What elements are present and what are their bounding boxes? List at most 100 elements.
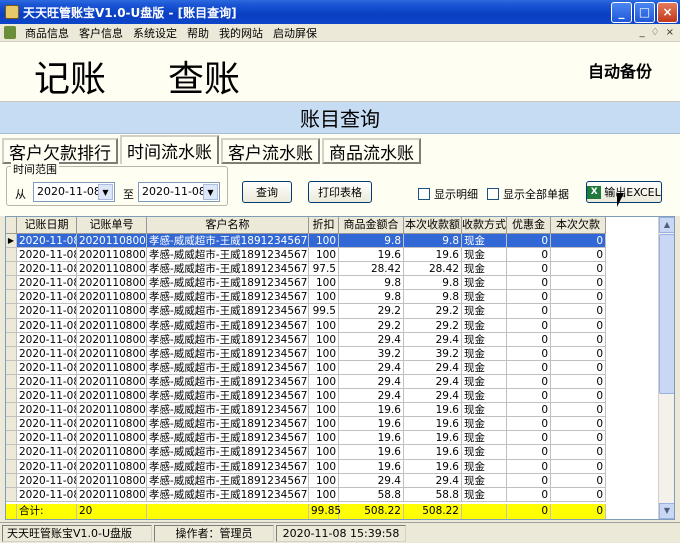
cell-number[interactable]: 202011080016 — [77, 445, 147, 460]
cell-number[interactable]: 202011080007 — [77, 318, 147, 333]
cell-goods-total[interactable]: 19.6 — [339, 417, 404, 432]
cell-number[interactable]: 202011080014 — [77, 417, 147, 432]
cell-owed[interactable]: 0 — [551, 374, 606, 390]
cell-received[interactable]: 19.6 — [404, 417, 462, 432]
row-header[interactable] — [6, 473, 17, 488]
table-row[interactable]: 2020-11-08202011080007孝感-威威超市-王威18912345… — [6, 318, 606, 333]
cell-date[interactable]: 2020-11-08 — [17, 459, 77, 474]
cell-discount[interactable]: 100 — [309, 234, 339, 249]
col-header-date[interactable]: 记账日期 — [17, 217, 77, 234]
cell-customer[interactable]: 孝感-威威超市-王威18912345678 — [147, 445, 309, 460]
cell-payment-method[interactable]: 现金 — [462, 276, 507, 291]
cell-number[interactable]: 202011080011 — [77, 374, 147, 390]
row-header[interactable] — [6, 459, 17, 474]
cell-preferential[interactable]: 0 — [507, 473, 551, 488]
cell-received[interactable]: 29.4 — [404, 473, 462, 488]
table-row[interactable]: 2020-11-08202011080017孝感-威威超市-王威18912345… — [6, 459, 606, 474]
cell-number[interactable]: 202011080009 — [77, 346, 147, 361]
cell-customer[interactable]: 孝感-威威超市-王威18912345678 — [147, 304, 309, 319]
cell-goods-total[interactable]: 9.8 — [339, 290, 404, 305]
cell-payment-method[interactable]: 现金 — [462, 332, 507, 347]
cell-discount[interactable]: 100 — [309, 487, 339, 502]
row-header[interactable] — [6, 248, 17, 263]
col-header-discount[interactable]: 折扣 — [309, 217, 339, 234]
row-header[interactable] — [6, 417, 17, 432]
cell-number[interactable]: 202011080008 — [77, 332, 147, 347]
row-header[interactable] — [6, 290, 17, 305]
cell-customer[interactable]: 孝感-威威超市-王威18912345678 — [147, 389, 309, 404]
cell-owed[interactable]: 0 — [551, 276, 606, 291]
cell-payment-method[interactable]: 现金 — [462, 346, 507, 361]
cell-discount[interactable]: 100 — [309, 445, 339, 460]
table-row[interactable]: 2020-11-08202011080016孝感-威威超市-王威18912345… — [6, 445, 606, 460]
row-header[interactable] — [6, 262, 17, 277]
cell-goods-total[interactable]: 19.6 — [339, 403, 404, 418]
cell-received[interactable]: 19.6 — [404, 431, 462, 446]
cell-discount[interactable]: 100 — [309, 374, 339, 390]
cell-discount[interactable]: 100 — [309, 318, 339, 333]
cell-received[interactable]: 58.8 — [404, 487, 462, 502]
cell-customer[interactable]: 孝感-威威超市-王威18912345678 — [147, 360, 309, 375]
cell-payment-method[interactable]: 现金 — [462, 318, 507, 333]
chevron-down-icon[interactable]: ▼ — [203, 184, 218, 200]
scroll-down-icon[interactable]: ▼ — [659, 503, 674, 519]
cell-owed[interactable]: 0 — [551, 487, 606, 502]
cell-payment-method[interactable]: 现金 — [462, 445, 507, 460]
document-icon[interactable] — [4, 26, 16, 39]
cell-date[interactable]: 2020-11-08 — [17, 445, 77, 460]
cell-received[interactable]: 29.2 — [404, 318, 462, 333]
cell-preferential[interactable]: 0 — [507, 360, 551, 375]
cell-number[interactable]: 202011080002 — [77, 248, 147, 263]
cell-payment-method[interactable]: 现金 — [462, 417, 507, 432]
cell-customer[interactable]: 孝感-威威超市-王威18912345678 — [147, 487, 309, 502]
cell-goods-total[interactable]: 9.8 — [339, 234, 404, 249]
cell-date[interactable]: 2020-11-08 — [17, 248, 77, 263]
show-detail-checkbox[interactable]: 显示明细 — [418, 186, 478, 202]
cell-customer[interactable]: 孝感-威威超市-王威18912345678 — [147, 234, 309, 249]
cell-owed[interactable]: 0 — [551, 304, 606, 319]
cell-goods-total[interactable]: 29.4 — [339, 473, 404, 488]
menu-item-goods[interactable]: 商品信息 — [20, 25, 74, 41]
cell-received[interactable]: 29.2 — [404, 304, 462, 319]
cell-date[interactable]: 2020-11-08 — [17, 346, 77, 361]
row-header[interactable] — [6, 374, 17, 390]
cell-owed[interactable]: 0 — [551, 403, 606, 418]
cell-date[interactable]: 2020-11-08 — [17, 389, 77, 404]
cell-received[interactable]: 19.6 — [404, 459, 462, 474]
mdi-restore-button[interactable]: ♢ — [651, 27, 660, 38]
cell-preferential[interactable]: 0 — [507, 276, 551, 291]
cell-owed[interactable]: 0 — [551, 431, 606, 446]
cell-discount[interactable]: 100 — [309, 403, 339, 418]
cell-goods-total[interactable]: 29.2 — [339, 304, 404, 319]
cell-goods-total[interactable]: 19.6 — [339, 248, 404, 263]
table-row[interactable]: 2020-11-08202011080013孝感-威威超市-王威18912345… — [6, 403, 606, 418]
cell-discount[interactable]: 100 — [309, 290, 339, 305]
cell-customer[interactable]: 孝感-威威超市-王威18912345678 — [147, 403, 309, 418]
cell-goods-total[interactable]: 29.4 — [339, 374, 404, 390]
table-row[interactable]: 2020-11-08202011080010孝感-威威超市-王威18912345… — [6, 360, 606, 375]
cell-preferential[interactable]: 0 — [507, 304, 551, 319]
cell-goods-total[interactable]: 9.8 — [339, 276, 404, 291]
cell-discount[interactable]: 100 — [309, 346, 339, 361]
tab-goods-journal[interactable]: 商品流水账 — [322, 138, 421, 164]
cell-owed[interactable]: 0 — [551, 318, 606, 333]
table-row[interactable]: 2020-11-08202011080009孝感-威威超市-王威18912345… — [6, 346, 606, 361]
cell-payment-method[interactable]: 现金 — [462, 473, 507, 488]
to-date-picker[interactable]: 2020-11-08 ▼ — [138, 182, 220, 202]
cell-date[interactable]: 2020-11-08 — [17, 234, 77, 249]
menu-item-settings[interactable]: 系统设定 — [128, 25, 182, 41]
cell-customer[interactable]: 孝感-威威超市-王威18912345678 — [147, 431, 309, 446]
row-header[interactable] — [6, 318, 17, 333]
cell-owed[interactable]: 0 — [551, 290, 606, 305]
cell-number[interactable]: 202011080006 — [77, 304, 147, 319]
cell-payment-method[interactable]: 现金 — [462, 290, 507, 305]
cell-discount[interactable]: 100 — [309, 473, 339, 488]
cell-received[interactable]: 39.2 — [404, 346, 462, 361]
table-row[interactable]: 2020-11-08202011080011孝感-威威超市-王威18912345… — [6, 374, 606, 390]
cell-date[interactable]: 2020-11-08 — [17, 304, 77, 319]
cell-date[interactable]: 2020-11-08 — [17, 473, 77, 488]
cell-preferential[interactable]: 0 — [507, 346, 551, 361]
cell-owed[interactable]: 0 — [551, 473, 606, 488]
table-row[interactable]: 2020-11-08202011080006孝感-威威超市-王威18912345… — [6, 304, 606, 319]
menu-item-website[interactable]: 我的网站 — [214, 25, 268, 41]
